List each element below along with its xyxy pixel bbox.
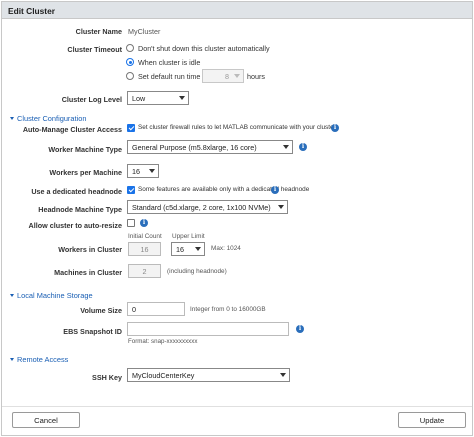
run-time-select[interactable]: 8 (202, 69, 244, 83)
workers-in-cluster-label: Workers in Cluster (58, 245, 122, 254)
auto-manage-text: Set cluster firewall rules to let MATLAB… (138, 124, 338, 131)
cluster-configuration-label: Cluster Configuration (17, 114, 87, 123)
dedicated-headnode-checkbox[interactable] (127, 186, 135, 194)
headnode-machine-type-value: Standard (c5d.xlarge, 2 core, 1x100 NVMe… (132, 203, 271, 212)
ssh-key-label: SSH Key (92, 373, 122, 382)
chevron-down-icon (278, 205, 284, 209)
headnode-machine-type-label: Headnode Machine Type (38, 205, 122, 214)
volume-size-hint: Integer from 0 to 16000GB (190, 306, 266, 313)
info-icon[interactable]: i (296, 325, 304, 333)
cluster-name-value: MyCluster (128, 27, 161, 36)
log-level-label: Cluster Log Level (61, 95, 122, 104)
upper-limit-value: 16 (176, 245, 184, 254)
timeout-never-radio[interactable] (126, 44, 134, 52)
run-time-unit: hours (247, 72, 265, 81)
run-time-value: 8 (225, 72, 229, 81)
upper-limit-select[interactable]: 16 (171, 242, 205, 256)
update-button[interactable]: Update (398, 412, 466, 428)
chevron-down-icon (10, 358, 14, 361)
ebs-snapshot-label: EBS Snapshot ID (63, 327, 122, 336)
info-icon[interactable]: i (331, 124, 339, 132)
dedicated-headnode-label: Use a dedicated headnode (31, 187, 122, 196)
auto-manage-label: Auto-Manage Cluster Access (22, 125, 122, 134)
dialog-title: Edit Cluster (2, 2, 472, 19)
local-storage-section[interactable]: Local Machine Storage (10, 291, 93, 300)
chevron-down-icon (234, 74, 240, 78)
cluster-name-label: Cluster Name (75, 27, 122, 36)
edit-cluster-dialog: Edit Cluster Cluster Name MyCluster Clus… (1, 1, 473, 436)
workers-per-machine-select[interactable]: 16 (127, 164, 159, 178)
ssh-key-select[interactable]: MyCloudCenterKey (127, 368, 290, 382)
chevron-down-icon (280, 373, 286, 377)
timeout-runtime-label: Set default run time to (138, 72, 209, 81)
worker-machine-type-label: Worker Machine Type (48, 145, 122, 154)
chevron-down-icon (10, 117, 14, 120)
chevron-down-icon (195, 247, 201, 251)
cluster-timeout-label: Cluster Timeout (67, 45, 122, 54)
chevron-down-icon (149, 169, 155, 173)
timeout-runtime-radio[interactable] (126, 72, 134, 80)
ebs-snapshot-input[interactable] (127, 322, 289, 336)
cluster-configuration-section[interactable]: Cluster Configuration (10, 114, 86, 123)
remote-access-label: Remote Access (17, 355, 69, 364)
workers-per-machine-value: 16 (132, 167, 140, 176)
timeout-idle-label: When cluster is idle (138, 58, 201, 67)
cancel-button[interactable]: Cancel (12, 412, 80, 428)
auto-manage-checkbox[interactable] (127, 124, 135, 132)
max-workers-text: Max: 1024 (211, 245, 241, 252)
headnode-machine-type-select[interactable]: Standard (c5d.xlarge, 2 core, 1x100 NVMe… (127, 200, 288, 214)
chevron-down-icon (283, 145, 289, 149)
volume-size-input[interactable]: 0 (127, 302, 185, 316)
footer-divider (2, 406, 472, 407)
info-icon[interactable]: i (299, 143, 307, 151)
workers-per-machine-label: Workers per Machine (49, 168, 122, 177)
local-storage-label: Local Machine Storage (17, 291, 93, 300)
log-level-value: Low (132, 94, 146, 103)
timeout-never-label: Don't shut down this cluster automatical… (138, 44, 270, 53)
initial-count-input[interactable]: 16 (128, 242, 161, 256)
auto-resize-label: Allow cluster to auto-resize (28, 221, 122, 230)
auto-resize-checkbox[interactable] (127, 219, 135, 227)
machines-in-cluster-value: 2 (128, 264, 161, 278)
log-level-select[interactable]: Low (127, 91, 189, 105)
dedicated-headnode-text: Some features are available only with a … (138, 186, 310, 193)
remote-access-section[interactable]: Remote Access (10, 355, 68, 364)
chevron-down-icon (179, 96, 185, 100)
volume-size-label: Volume Size (80, 306, 122, 315)
upper-limit-label: Upper Limit (172, 233, 205, 240)
worker-machine-type-value: General Purpose (m5.8xlarge, 16 core) (132, 143, 257, 152)
info-icon[interactable]: i (140, 219, 148, 227)
worker-machine-type-select[interactable]: General Purpose (m5.8xlarge, 16 core) (127, 140, 293, 154)
ebs-snapshot-format-hint: Format: snap-xxxxxxxxxx (128, 338, 198, 345)
machines-in-cluster-note: (including headnode) (167, 268, 227, 275)
initial-count-label: Initial Count (128, 233, 162, 240)
timeout-idle-radio[interactable] (126, 58, 134, 66)
ssh-key-value: MyCloudCenterKey (132, 371, 195, 380)
info-icon[interactable]: i (271, 186, 279, 194)
chevron-down-icon (10, 294, 14, 297)
machines-in-cluster-label: Machines in Cluster (54, 268, 122, 277)
